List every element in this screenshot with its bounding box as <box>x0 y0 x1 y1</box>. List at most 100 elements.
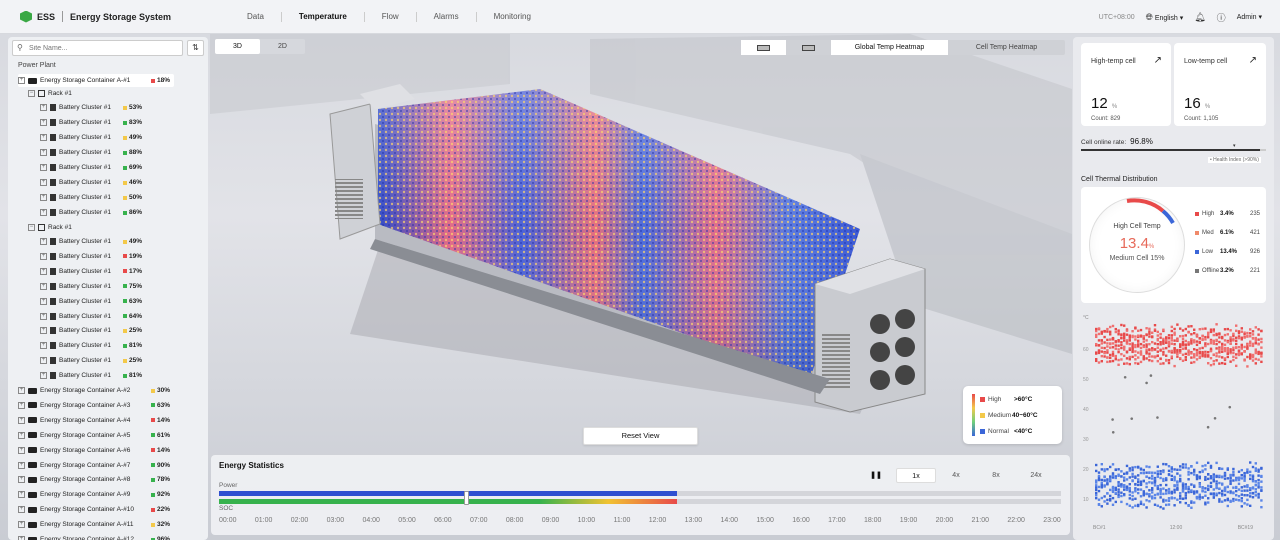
timeline-scrubber[interactable] <box>464 491 469 505</box>
expand-icon[interactable]: + <box>18 446 25 454</box>
expand-icon[interactable]: + <box>18 387 25 394</box>
expand-icon[interactable]: + <box>18 536 25 540</box>
tree-container-item[interactable]: + Energy Storage Container A-#1 18% <box>18 74 175 87</box>
expand-icon[interactable]: + <box>40 179 47 186</box>
heat-point-low <box>1204 494 1207 497</box>
expand-icon[interactable]: + <box>40 104 47 111</box>
tree-container-item[interactable]: + Energy Storage Container A-#7 90% <box>18 459 170 472</box>
expand-icon[interactable]: + <box>40 238 47 245</box>
speed-24x-button[interactable]: 24x <box>1016 468 1056 483</box>
tree-container-item[interactable]: + Energy Storage Container A-#11 32% <box>18 518 170 531</box>
reset-view-button[interactable]: Reset View <box>583 427 698 445</box>
tree-rack-item[interactable]: − Rack #1 <box>28 87 112 100</box>
tree-cluster-item[interactable]: + Battery Cluster #1 81% <box>40 369 142 382</box>
single-view-button[interactable] <box>741 40 786 55</box>
nav-alarms[interactable]: Alarms <box>417 12 477 22</box>
tab-global-heatmap[interactable]: Global Temp Heatmap <box>831 40 948 55</box>
expand-icon[interactable]: + <box>40 209 47 216</box>
expand-icon[interactable]: + <box>40 297 47 305</box>
expand-icon[interactable]: + <box>18 491 25 499</box>
high-temp-card[interactable]: High-temp cell ↗ 12 % Count: 829 <box>1081 43 1171 126</box>
tree-cluster-item[interactable]: + Battery Cluster #1 64% <box>40 310 142 323</box>
tree-cluster-item[interactable]: + Battery Cluster #1 50% <box>40 191 142 204</box>
tree-container-item[interactable]: + Energy Storage Container A-#2 30% <box>18 384 170 397</box>
soc-track[interactable] <box>219 499 1061 504</box>
power-track[interactable] <box>219 491 1061 496</box>
tab-cell-heatmap[interactable]: Cell Temp Heatmap <box>948 40 1065 55</box>
tree-cluster-item[interactable]: + Battery Cluster #1 75% <box>40 280 142 293</box>
collapse-icon[interactable]: − <box>28 224 35 231</box>
bell-icon[interactable]: 🔔︎ <box>1194 12 1205 23</box>
expand-icon[interactable]: + <box>40 164 47 171</box>
tree-cluster-item[interactable]: + Battery Cluster #1 17% <box>40 265 142 278</box>
tree-container-item[interactable]: + Energy Storage Container A-#6 14% <box>18 444 170 457</box>
pause-button[interactable]: ❚❚ <box>856 468 896 483</box>
nav-temperature[interactable]: Temperature <box>282 12 365 22</box>
tree-cluster-item[interactable]: + Battery Cluster #1 86% <box>40 206 142 219</box>
nav-data[interactable]: Data <box>230 12 282 22</box>
expand-icon[interactable]: + <box>40 134 47 141</box>
tree-container-item[interactable]: + Energy Storage Container A-#4 14% <box>18 414 170 427</box>
expand-icon[interactable]: + <box>40 252 47 260</box>
expand-icon[interactable]: + <box>18 416 25 424</box>
nav-flow[interactable]: Flow <box>365 12 417 22</box>
site-search-input[interactable] <box>29 43 174 54</box>
tree-cluster-item[interactable]: + Battery Cluster #1 88% <box>40 146 142 159</box>
brand[interactable]: ESS Energy Storage System <box>20 10 171 23</box>
nav-monitoring[interactable]: Monitoring <box>477 12 548 22</box>
expand-icon[interactable]: + <box>40 372 47 380</box>
help-icon[interactable]: ⓘ <box>1217 11 1226 24</box>
expand-icon[interactable]: + <box>40 312 47 320</box>
expand-icon[interactable]: + <box>18 431 25 439</box>
speed-1x-button[interactable]: 1x <box>896 468 936 483</box>
container-3d-scene[interactable] <box>210 34 1072 454</box>
expand-icon[interactable]: + <box>40 327 47 335</box>
expand-icon[interactable]: + <box>18 521 25 529</box>
expand-icon[interactable]: + <box>40 267 47 275</box>
expand-icon[interactable]: + <box>18 77 25 84</box>
expand-icon[interactable]: + <box>18 401 25 409</box>
heat-point-low <box>1131 494 1134 498</box>
split-view-button[interactable] <box>786 40 831 55</box>
view-2d-button[interactable]: 2D <box>260 39 305 54</box>
expand-icon[interactable]: + <box>18 506 25 514</box>
tree-cluster-item[interactable]: + Battery Cluster #1 19% <box>40 250 142 263</box>
tree-container-item[interactable]: + Energy Storage Container A-#10 22% <box>18 503 170 516</box>
speed-4x-button[interactable]: 4x <box>936 468 976 483</box>
tree-container-item[interactable]: + Energy Storage Container A-#9 92% <box>18 488 170 501</box>
tree-container-item[interactable]: + Energy Storage Container A-#8 78% <box>18 473 170 486</box>
tree-rack-item[interactable]: − Rack #1 <box>28 221 112 234</box>
heat-point-low <box>1221 475 1224 479</box>
expand-icon[interactable]: + <box>18 461 25 469</box>
expand-icon[interactable]: + <box>40 357 47 365</box>
sort-button[interactable]: ⇅ <box>187 40 204 56</box>
tree-cluster-item[interactable]: + Battery Cluster #1 53% <box>40 101 142 114</box>
tree-cluster-item[interactable]: + Battery Cluster #1 25% <box>40 354 142 367</box>
tree-cluster-item[interactable]: + Battery Cluster #1 49% <box>40 131 142 144</box>
heat-point-high <box>1195 334 1199 337</box>
arrow-up-right-icon[interactable]: ↗ <box>1249 55 1257 66</box>
tree-container-item[interactable]: + Energy Storage Container A-#3 63% <box>18 399 170 412</box>
expand-icon[interactable]: + <box>40 282 47 290</box>
tree-cluster-item[interactable]: + Battery Cluster #1 25% <box>40 324 142 337</box>
expand-icon[interactable]: + <box>40 119 47 126</box>
expand-icon[interactable]: + <box>18 476 25 484</box>
low-temp-card[interactable]: Low-temp cell ↗ 16 % Count: 1,105 <box>1174 43 1266 126</box>
tree-cluster-item[interactable]: + Battery Cluster #1 46% <box>40 176 142 189</box>
tree-cluster-item[interactable]: + Battery Cluster #1 49% <box>40 235 142 248</box>
expand-icon[interactable]: + <box>40 149 47 156</box>
collapse-icon[interactable]: − <box>28 90 35 97</box>
arrow-up-right-icon[interactable]: ↗ <box>1154 55 1162 66</box>
tree-container-item[interactable]: + Energy Storage Container A-#5 61% <box>18 429 170 442</box>
tree-container-item[interactable]: + Energy Storage Container A-#12 96% <box>18 533 170 540</box>
speed-8x-button[interactable]: 8x <box>976 468 1016 483</box>
expand-icon[interactable]: + <box>40 342 47 350</box>
expand-icon[interactable]: + <box>40 194 47 201</box>
tree-cluster-item[interactable]: + Battery Cluster #1 69% <box>40 161 142 174</box>
tree-cluster-item[interactable]: + Battery Cluster #1 81% <box>40 339 142 352</box>
user-menu[interactable]: Admin ▾ <box>1237 13 1262 21</box>
language-selector[interactable]: 🌐︎ English ▾ <box>1146 12 1184 23</box>
tree-cluster-item[interactable]: + Battery Cluster #1 83% <box>40 116 142 129</box>
view-3d-button[interactable]: 3D <box>215 39 260 54</box>
tree-cluster-item[interactable]: + Battery Cluster #1 63% <box>40 295 142 308</box>
